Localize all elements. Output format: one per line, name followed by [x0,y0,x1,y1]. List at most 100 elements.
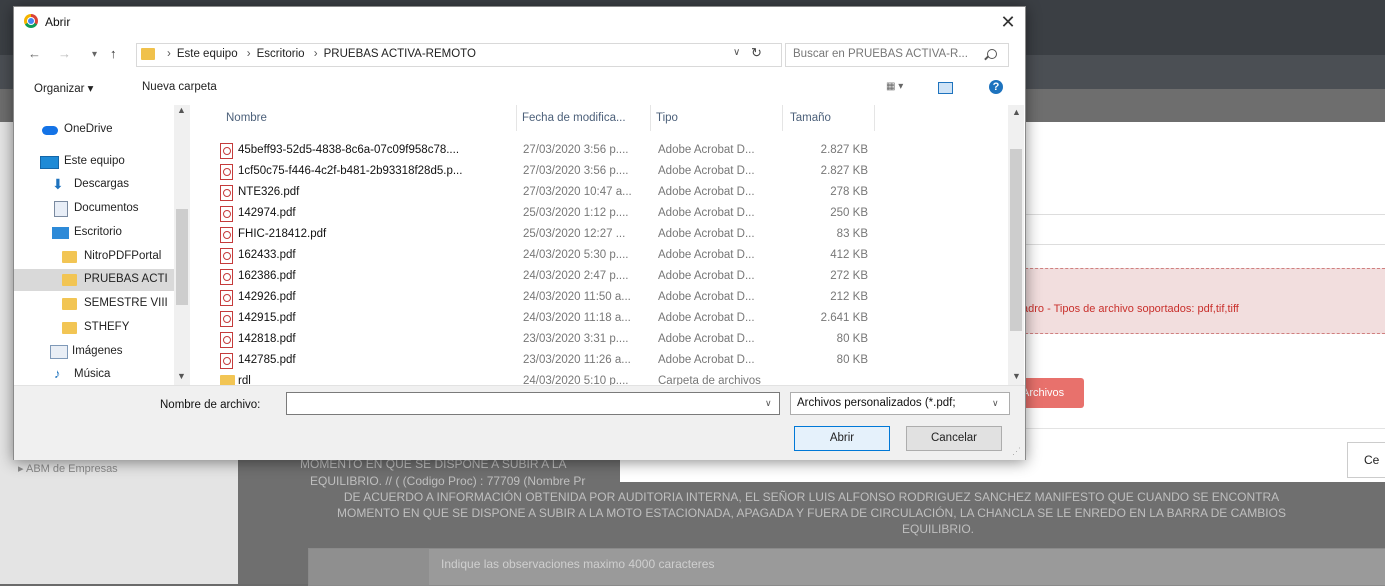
column-divider[interactable] [874,105,875,131]
scroll-down-icon[interactable]: ▼ [1012,371,1021,381]
nav-item-imagenes[interactable]: Imágenes [14,341,174,363]
sidebar-item-abm-empresas[interactable]: ▸ ABM de Empresas [18,462,118,475]
up-arrow-icon[interactable]: ↑ [110,46,117,61]
pdf-icon [220,269,233,285]
open-button[interactable]: Abrir [794,426,890,451]
file-list-scrollbar[interactable]: ▲ ▼ [1008,105,1024,385]
file-type: Adobe Acrobat D... [658,333,755,345]
breadcrumb-escritorio[interactable]: Escritorio [257,48,305,60]
pdf-icon [220,143,233,159]
file-type: Adobe Acrobat D... [658,291,755,303]
pdf-icon [220,227,233,243]
observations-field[interactable]: Indique las observaciones maximo 4000 ca… [308,548,1385,586]
scroll-up-icon[interactable]: ▲ [1012,107,1021,117]
column-header-size[interactable]: Tamaño [790,112,831,124]
forward-arrow-icon[interactable]: → [58,46,71,61]
scrollbar-thumb[interactable] [1010,149,1022,331]
file-row[interactable]: 162386.pdf 24/03/2020 2:47 p.... Adobe Acr… [210,267,868,288]
dialog-toolbar: Organizar ▾ Nueva carpeta ▦ ▾ ? [14,73,1025,101]
search-placeholder: Buscar en PRUEBAS ACTIVA-R... [793,48,968,60]
recent-locations-icon[interactable]: ▾ [92,49,97,60]
nav-pane-scrollbar[interactable]: ▲ ▼ [174,105,190,385]
computer-icon [40,156,59,169]
file-row[interactable]: 142974.pdf 25/03/2020 1:12 p.... Adobe Acr… [210,204,868,225]
address-bar-row: ← → ▾ ↑ › Este equipo › Escritorio › PRUEBA… [14,41,1025,69]
file-size: 272 KB [830,270,868,282]
file-row[interactable]: FHIC-218412.pdf 25/03/2020 12:27 ... Adobe… [210,225,868,246]
nav-item-documentos[interactable]: Documentos [14,198,174,220]
file-date: 24/03/2020 5:10 p.... [523,375,629,385]
help-icon[interactable]: ? [989,80,1003,94]
column-header-date[interactable]: Fecha de modifica... [522,112,626,124]
modal-close-button[interactable]: Ce [1347,442,1385,478]
breadcrumb-separator: › [313,48,318,60]
folder-row[interactable]: rdl 24/03/2020 5:10 p.... Carpeta de archi… [210,372,860,385]
filename-input[interactable]: ∨ [286,392,780,415]
chrome-icon [24,14,38,28]
nav-item-label: OneDrive [64,123,113,135]
view-options-icon[interactable]: ▦ ▾ [886,81,903,92]
file-row[interactable]: 142926.pdf 24/03/2020 11:50 a... Adobe Acr… [210,288,868,309]
file-row[interactable]: 142818.pdf 23/03/2020 3:31 p.... Adobe Acr… [210,330,868,351]
file-date: 24/03/2020 11:50 a... [523,291,631,303]
nav-item-semestre-viii[interactable]: SEMESTRE VIII [14,293,174,315]
file-type: Carpeta de archivos [658,375,761,385]
scroll-up-icon[interactable]: ▲ [177,105,186,115]
file-row[interactable]: 142785.pdf 23/03/2020 11:26 a... Adobe Acr… [210,351,868,372]
column-header-type[interactable]: Tipo [656,112,678,124]
resize-grip-icon[interactable]: ⋰ [1012,446,1021,457]
back-arrow-icon[interactable]: ← [28,46,41,61]
close-icon[interactable]: ✕ [994,10,1022,34]
file-list: Nombre Fecha de modifica... Tipo Tamaño … [198,105,1008,385]
pdf-icon [220,206,233,222]
chevron-down-icon[interactable]: ∨ [733,47,740,58]
file-row[interactable]: 142915.pdf 24/03/2020 11:18 a... Adobe Acr… [210,309,868,330]
nav-item-label: Este equipo [64,155,125,167]
modal-input[interactable] [1020,214,1385,245]
nav-item-este-equipo[interactable]: Este equipo [14,151,174,173]
select-files-button[interactable]: Archivos [1020,378,1084,408]
file-size: 412 KB [830,249,868,261]
file-type-select[interactable]: Archivos personalizados (*.pdf; ∨ [790,392,1010,415]
pdf-icon [220,332,233,348]
nav-item-onedrive[interactable]: OneDrive [14,119,174,141]
preview-pane-icon[interactable] [938,82,953,94]
breadcrumb-este-equipo[interactable]: Este equipo [177,48,238,60]
nav-item-descargas[interactable]: ⬇ Descargas [14,174,174,196]
nav-item-sthefy[interactable]: STHEFY [14,317,174,339]
nav-item-pruebas-acti[interactable]: PRUEBAS ACTI [14,269,174,291]
column-header-name[interactable]: Nombre [226,112,267,124]
folder-icon [62,251,77,263]
folder-icon [141,48,155,60]
column-divider[interactable] [782,105,783,131]
nav-item-escritorio[interactable]: Escritorio [14,222,174,244]
nav-item-musica[interactable]: ♪ Música [14,364,174,385]
file-name: 142915.pdf [238,312,296,324]
file-row[interactable]: NTE326.pdf 27/03/2020 10:47 a... Adobe Acr… [210,183,868,204]
column-divider[interactable] [516,105,517,131]
file-size: 80 KB [836,354,868,366]
file-name: 45beff93-52d5-4838-8c6a-07c09f958c78.... [238,144,460,156]
file-date: 25/03/2020 12:27 ... [523,228,626,240]
chevron-down-icon[interactable]: ∨ [765,398,772,409]
observations-placeholder: Indique las observaciones maximo 4000 ca… [441,557,715,571]
cancel-button[interactable]: Cancelar [906,426,1002,451]
dialog-title-bar[interactable]: Abrir ✕ [14,7,1025,37]
scroll-down-icon[interactable]: ▼ [177,371,186,381]
file-row[interactable]: 45beff93-52d5-4838-8c6a-07c09f958c78....… [210,141,868,162]
file-name: 142926.pdf [238,291,296,303]
nav-item-nitropdfportal[interactable]: NitroPDFPortal [14,246,174,268]
refresh-icon[interactable]: ↻ [751,45,762,61]
organize-menu[interactable]: Organizar ▾ [34,81,93,95]
file-type: Adobe Acrobat D... [658,228,755,240]
new-folder-button[interactable]: Nueva carpeta [142,81,217,93]
column-divider[interactable] [650,105,651,131]
file-size: 212 KB [830,291,868,303]
file-row[interactable]: 1cf50c75-f446-4c2f-b481-2b93318f28d5.p..… [210,162,868,183]
file-row[interactable]: 162433.pdf 24/03/2020 5:30 p.... Adobe Acr… [210,246,868,267]
breadcrumb-pruebas[interactable]: PRUEBAS ACTIVA-REMOTO [324,48,476,60]
scrollbar-thumb[interactable] [176,209,188,305]
dialog-title: Abrir [45,15,71,29]
search-input[interactable]: Buscar en PRUEBAS ACTIVA-R... [785,43,1009,67]
address-bar[interactable]: › Este equipo › Escritorio › PRUEBAS ACTIVA… [136,43,782,67]
